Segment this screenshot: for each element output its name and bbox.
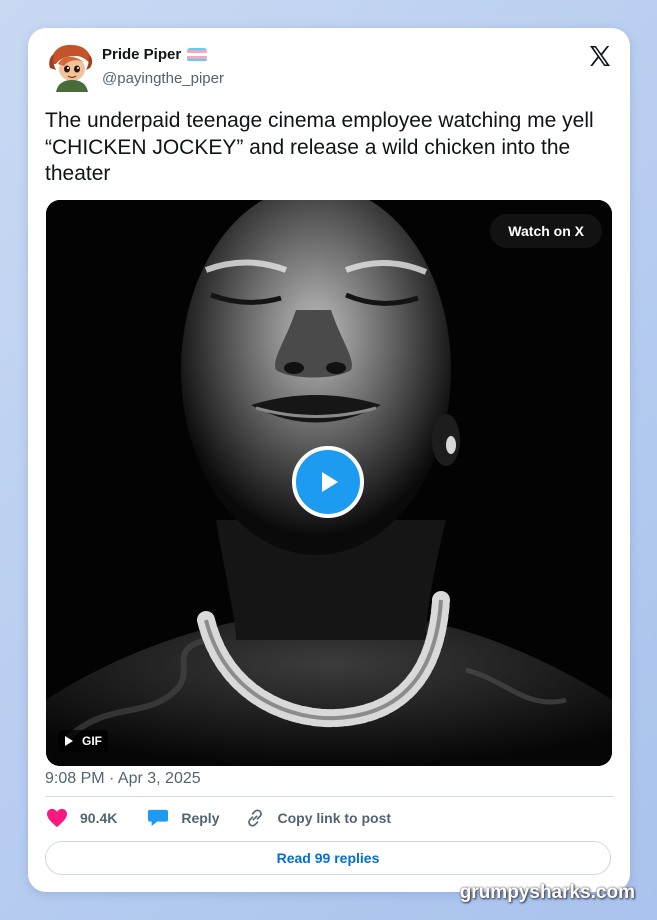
play-button[interactable] [292, 446, 364, 518]
tweet-timestamp[interactable]: 9:08 PM · Apr 3, 2025 [45, 770, 201, 788]
copy-link-button[interactable]: Copy link to post [245, 808, 391, 828]
display-name[interactable]: Pride Piper [102, 46, 181, 63]
link-icon [248, 809, 263, 827]
reply-button[interactable]: Reply [147, 808, 219, 828]
gif-label: GIF [82, 734, 102, 748]
action-bar: 90.4K Reply Copy link to post [46, 806, 391, 830]
tweet-card: Pride Piper @payingthe_piper The underpa… [28, 28, 630, 892]
avatar[interactable] [46, 42, 96, 92]
author-name-row: Pride Piper [102, 46, 208, 63]
copy-link-label: Copy link to post [277, 810, 392, 826]
heart-icon [47, 808, 67, 828]
watch-on-x-button[interactable]: Watch on X [490, 214, 602, 248]
watermark: grumpysharks.com [459, 882, 635, 903]
x-logo-icon[interactable] [588, 44, 612, 68]
tweet-text: The underpaid teenage cinema employee wa… [45, 109, 594, 185]
like-button[interactable]: 90.4K [46, 808, 117, 828]
reply-bubble-icon [148, 809, 169, 827]
gif-badge[interactable]: GIF [58, 730, 108, 752]
play-icon [322, 472, 338, 492]
trans-flag-icon [187, 47, 208, 62]
divider [45, 796, 613, 797]
like-count: 90.4K [80, 810, 118, 826]
video-media[interactable]: Watch on X GIF [46, 200, 612, 766]
author-handle[interactable]: @payingthe_piper [102, 70, 224, 87]
read-replies-button[interactable]: Read 99 replies [45, 841, 611, 875]
reply-label: Reply [181, 810, 220, 826]
gif-play-icon [65, 736, 73, 746]
